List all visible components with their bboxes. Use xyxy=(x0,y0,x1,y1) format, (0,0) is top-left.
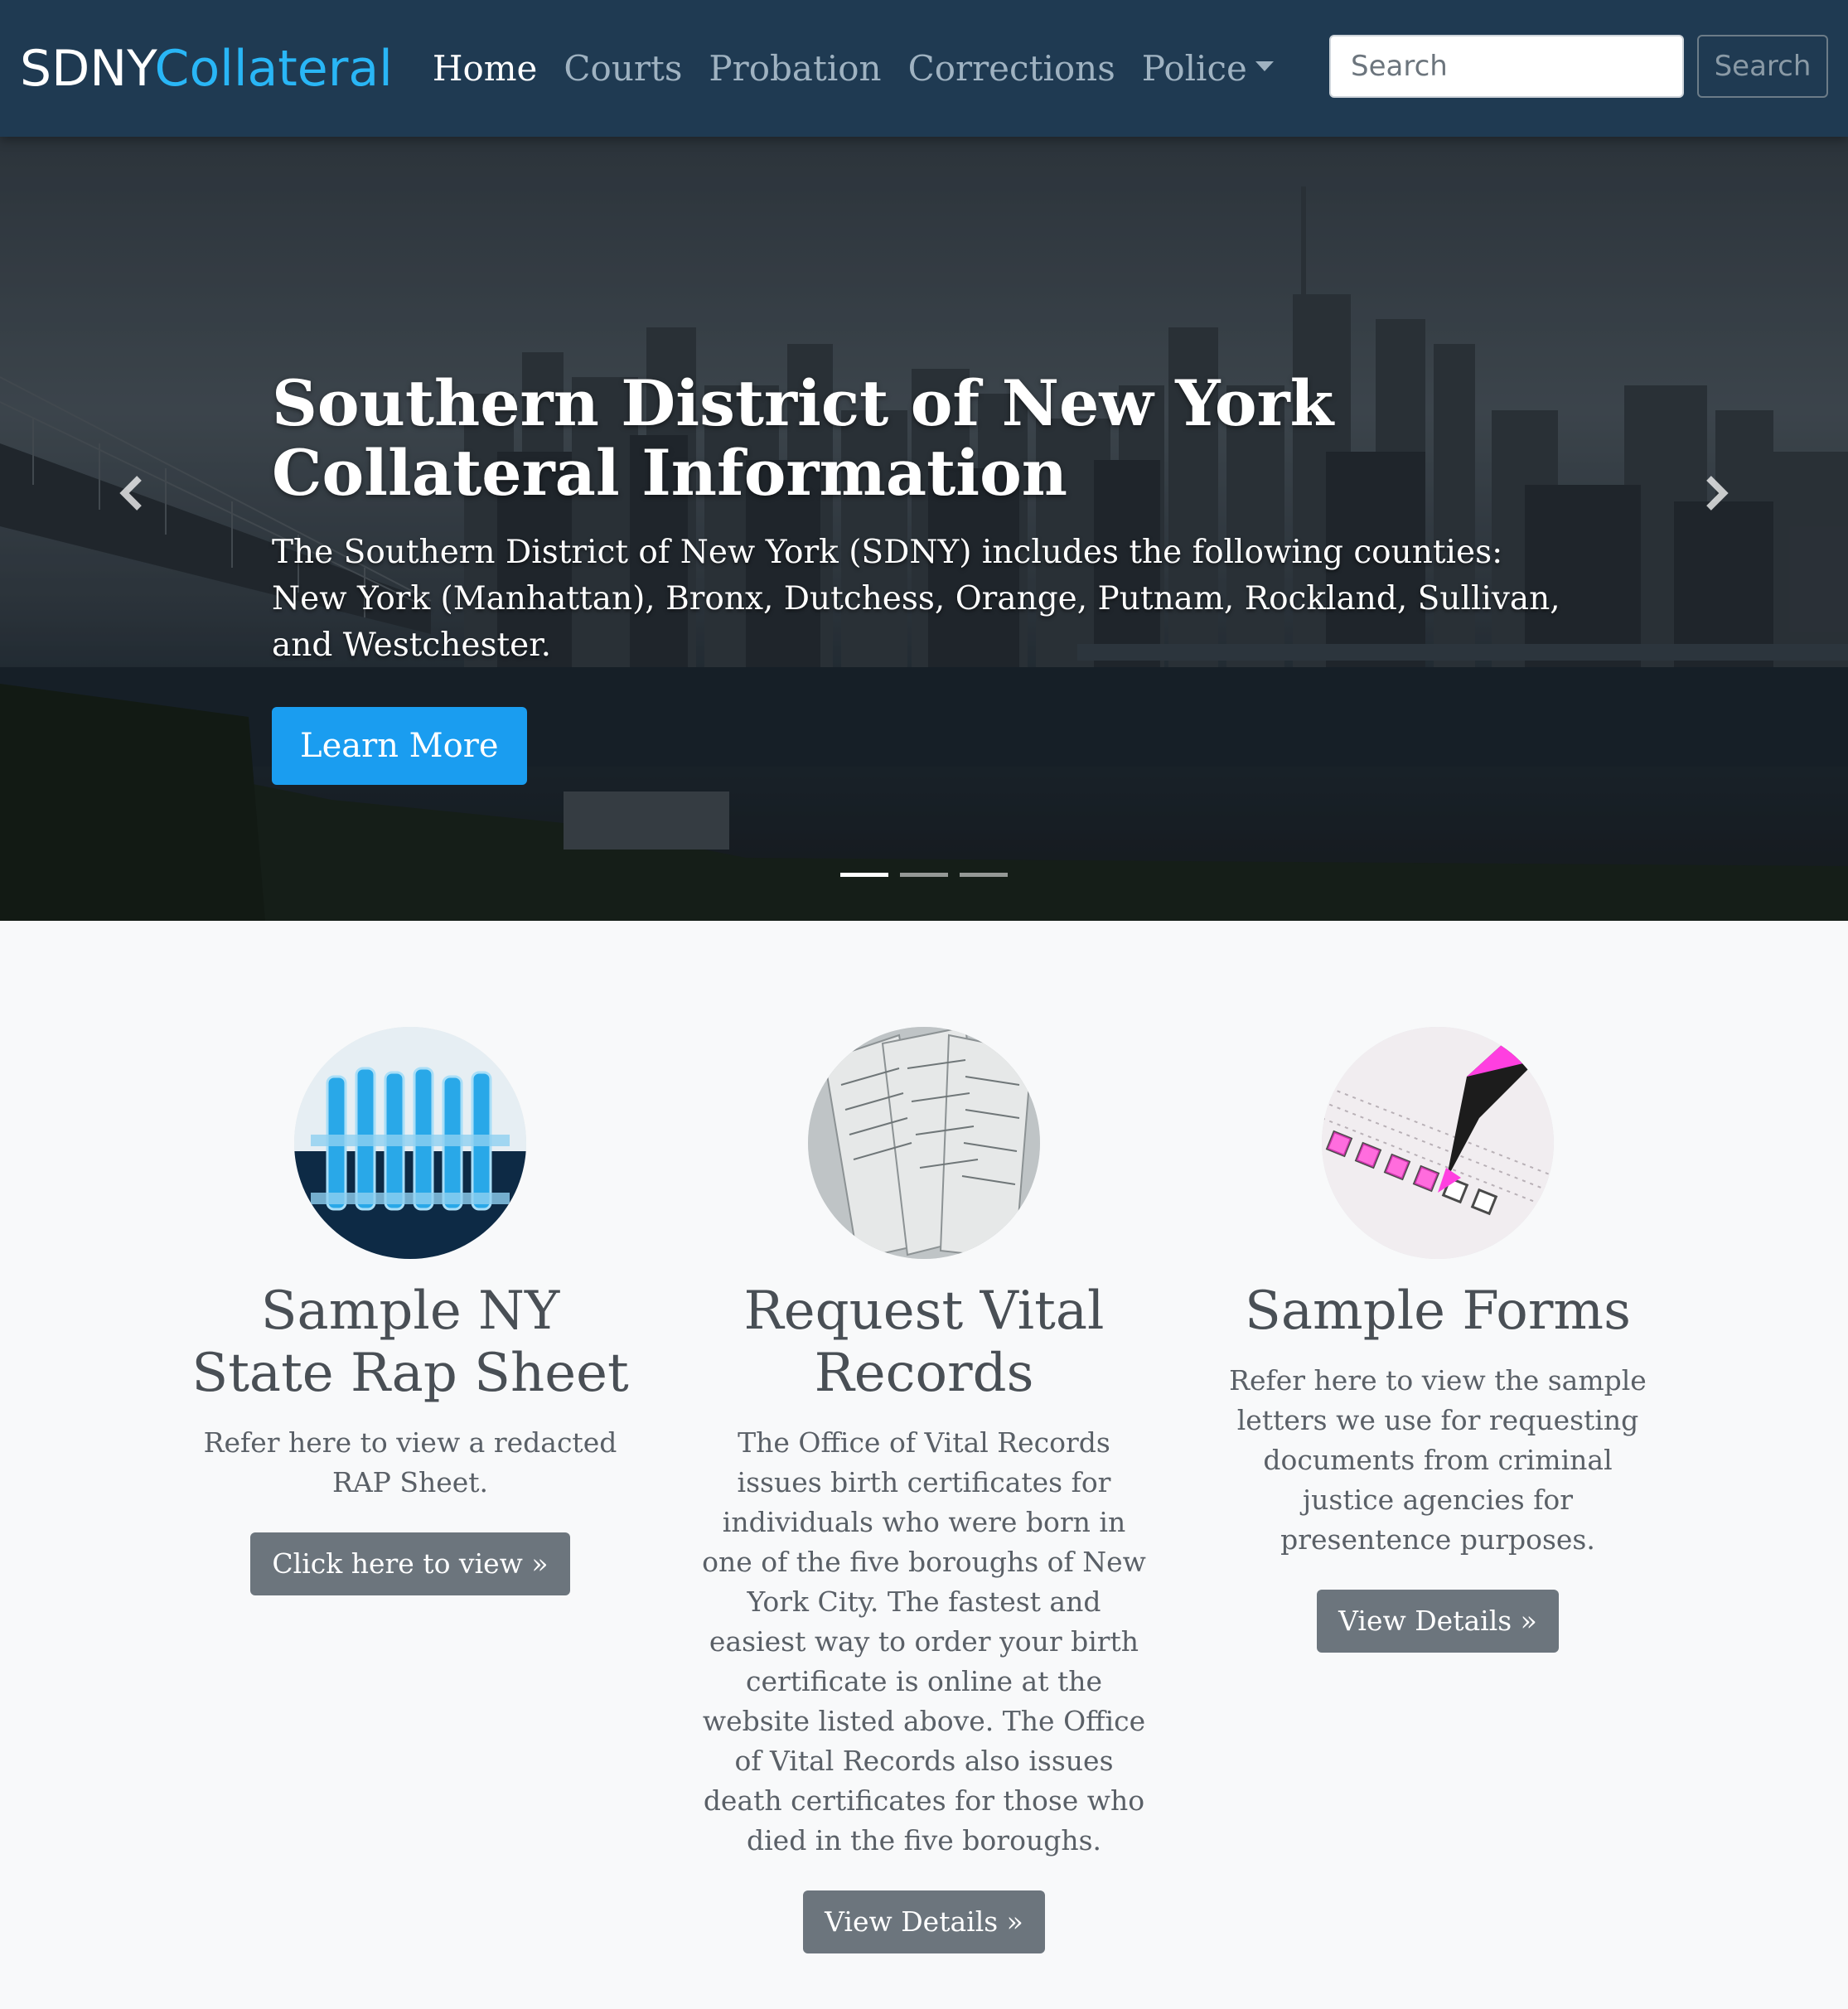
chevron-left-icon xyxy=(119,476,142,511)
chevron-right-icon xyxy=(1706,476,1729,511)
main-nav: Home Courts Probation Corrections Police xyxy=(433,48,1300,89)
feature-sample-forms: Sample Forms Refer here to view the samp… xyxy=(1214,1027,1662,1653)
hero-carousel: Southern District of New York Collateral… xyxy=(0,137,1848,921)
feature-heading: Request Vital Records xyxy=(743,1280,1105,1404)
carousel-indicator-2[interactable] xyxy=(900,873,948,877)
checklist-marker-image xyxy=(1322,1027,1554,1259)
search-form: Search xyxy=(1329,35,1828,98)
nav-police-label: Police xyxy=(1141,48,1247,89)
features-section: Sample NY State Rap Sheet Refer here to … xyxy=(0,921,1848,2009)
carousel-prev-button[interactable] xyxy=(108,468,157,518)
hero-title: Southern District of New York Collateral… xyxy=(272,366,1334,510)
learn-more-button[interactable]: Learn More xyxy=(272,707,527,785)
feature-rap-sheet: Sample NY State Rap Sheet Refer here to … xyxy=(186,1027,634,1595)
nav-courts[interactable]: Courts xyxy=(564,48,682,89)
nav-corrections[interactable]: Corrections xyxy=(908,48,1115,89)
top-navbar: SDNYCollateral Home Courts Probation Cor… xyxy=(0,0,1848,137)
nav-probation[interactable]: Probation xyxy=(709,48,881,89)
feature-text: The Office of Vital Records issues birth… xyxy=(702,1426,1146,1857)
nav-home[interactable]: Home xyxy=(433,48,538,89)
caret-down-icon xyxy=(1255,61,1274,71)
nav-police-dropdown[interactable]: Police xyxy=(1142,48,1274,89)
carousel-indicators xyxy=(0,873,1848,877)
search-button[interactable]: Search xyxy=(1697,35,1828,98)
brand-text-accent: Collateral xyxy=(154,39,393,98)
brand-text-primary: SDNY xyxy=(20,39,155,98)
hero-description: The Southern District of New York (SDNY)… xyxy=(272,534,1560,664)
carousel-indicator-1[interactable] xyxy=(840,873,888,877)
search-input[interactable] xyxy=(1329,35,1684,98)
feature-text: Refer here to view a redacted RAP Sheet. xyxy=(203,1426,617,1498)
view-sample-forms-button[interactable]: View Details » xyxy=(1317,1590,1559,1653)
feature-vital-records: Request Vital Records The Office of Vita… xyxy=(700,1027,1148,1953)
feature-heading: Sample NY State Rap Sheet xyxy=(191,1280,629,1404)
view-rap-sheet-button[interactable]: Click here to view » xyxy=(250,1532,570,1595)
carousel-indicator-3[interactable] xyxy=(960,873,1008,877)
hero-caption: Southern District of New York Collateral… xyxy=(272,369,1565,785)
records-papers-image xyxy=(808,1027,1040,1259)
feature-text: Refer here to view the sample letters we… xyxy=(1229,1364,1647,1556)
test-tubes-image xyxy=(294,1027,526,1259)
view-vital-records-button[interactable]: View Details » xyxy=(803,1890,1045,1953)
brand-logo[interactable]: SDNYCollateral xyxy=(20,40,393,98)
feature-heading: Sample Forms xyxy=(1245,1280,1631,1342)
carousel-next-button[interactable] xyxy=(1691,468,1740,518)
